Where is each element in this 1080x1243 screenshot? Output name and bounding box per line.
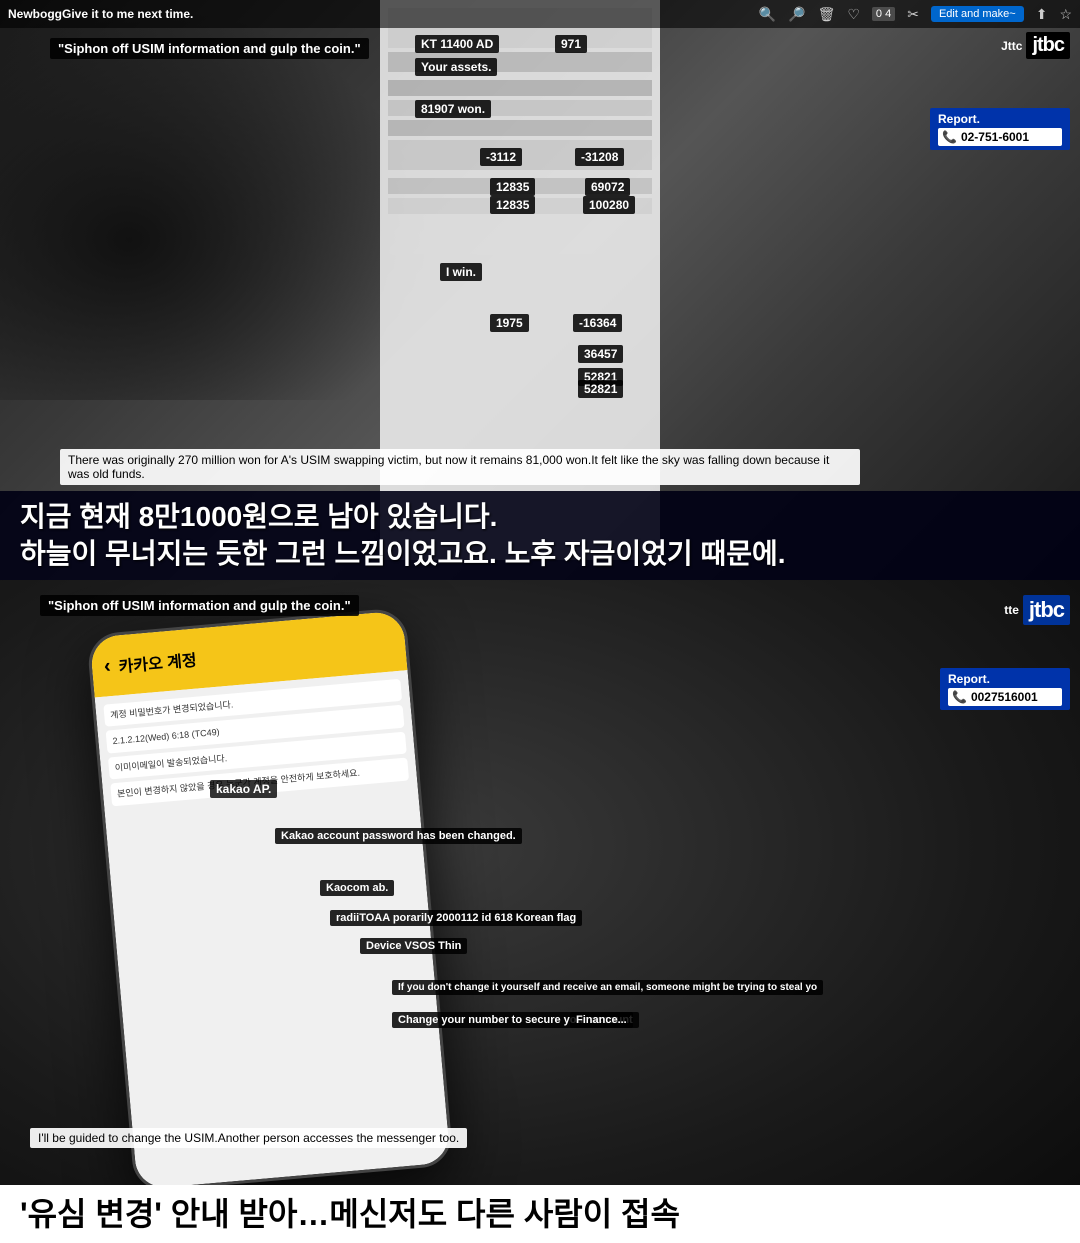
- siphon-subtitle-top: "Siphon off USIM information and gulp th…: [50, 38, 369, 59]
- bottom-section: ‹ 카카오 계정 계정 비밀번호가 변경되었습니다. 2.1.2.12(Wed)…: [0, 580, 1080, 1243]
- trash-icon[interactable]: 🗑: [818, 6, 836, 23]
- radio-toaa-box: radiiTOAA porarily 2000112 id 618 Korean…: [330, 910, 582, 926]
- report-label: Report.: [938, 112, 1062, 126]
- zoom-in-icon[interactable]: 🔍: [759, 6, 776, 23]
- edit-make-button[interactable]: Edit and make~: [931, 6, 1024, 22]
- val-971: 971: [555, 35, 587, 53]
- korean-subtitle-top: 지금 현재 8만1000원으로 남아 있습니다. 하늘이 무너지는 듯한 그런 …: [0, 491, 1080, 580]
- val-12835b: 12835: [490, 196, 535, 214]
- bottom-korean-banner: '유심 변경' 안내 받아…메신저도 다른 사람이 접속: [0, 1185, 1080, 1243]
- warning-msg-box: If you don't change it yourself and rece…: [392, 980, 823, 995]
- phone-content: 계정 비밀번호가 변경되었습니다. 2.1.2.12(Wed) 6:18 (TC…: [95, 670, 451, 1189]
- jtbc-logo-bottom: tte jtbc: [1004, 595, 1070, 625]
- kaocom-box: Kaocom ab.: [320, 880, 394, 896]
- phone-title: 카카오 계정: [118, 647, 198, 678]
- i-win-label: I win.: [440, 263, 482, 281]
- korean-line1: 지금 현재 8만1000원으로 남아 있습니다.: [20, 499, 1060, 535]
- crop-icon[interactable]: ✂: [907, 6, 919, 23]
- device-vsos-box: Device VSOS Thin: [360, 938, 467, 954]
- phone-screen: ‹ 카카오 계정 계정 비밀번호가 변경되었습니다. 2.1.2.12(Wed)…: [89, 610, 450, 1189]
- val-1975: 1975: [490, 314, 529, 332]
- finance-label-box: Finance...: [570, 1012, 633, 1028]
- heart-icon[interactable]: ♡: [847, 6, 860, 23]
- siphon-subtitle-bottom: "Siphon off USIM information and gulp th…: [40, 595, 359, 616]
- jtbc-tte-bottom: tte: [1004, 603, 1019, 617]
- jtbc-logo-top: Jttc jtbc: [1001, 32, 1070, 59]
- newbogg-label: NewboggGive it to me next time.: [8, 7, 193, 21]
- english-subtitle-top: There was originally 270 million won for…: [60, 449, 860, 485]
- star-icon[interactable]: ☆: [1059, 6, 1072, 23]
- val-neg16364: -16364: [573, 314, 622, 332]
- phone-icon-bottom: 📞: [952, 690, 967, 704]
- report-box-top: Report. 📞 02-751-6001: [930, 108, 1070, 150]
- toolbar-right: 🔍 🔎 🗑 ♡ 0 4 ✂ Edit and make~ ⬆ ☆: [759, 6, 1072, 23]
- jtbc-mark-bottom: jtbc: [1023, 595, 1070, 625]
- korean-line2: 하늘이 무너지는 듯한 그런 느낌이었고요. 노후 자금이었기 때문에.: [20, 536, 1060, 572]
- jtbc-tte-label: Jttc: [1001, 39, 1022, 53]
- zoom-out-icon[interactable]: 🔎: [788, 6, 805, 23]
- top-toolbar: NewboggGive it to me next time. 🔍 🔎 🗑 ♡ …: [0, 0, 1080, 28]
- report-box-bottom: Report. 📞 0027516001: [940, 668, 1070, 710]
- val-52821b: 52821: [578, 380, 623, 398]
- phone-back-icon: ‹: [103, 655, 112, 678]
- report-phone-bottom: 📞 0027516001: [948, 688, 1062, 706]
- share-icon[interactable]: ⬆: [1036, 6, 1048, 23]
- report-phone-top: 📞 02-751-6001: [938, 128, 1062, 146]
- val-69072: 69072: [585, 178, 630, 196]
- val-neg3112: -3112: [480, 148, 522, 166]
- phone-mockup: ‹ 카카오 계정 계정 비밀번호가 변경되었습니다. 2.1.2.12(Wed)…: [86, 607, 454, 1193]
- phone-icon-top: 📞: [942, 130, 957, 144]
- val-neg31208: -31208: [575, 148, 624, 166]
- hand-overlay: [0, 0, 430, 400]
- total-assets: 81907 won.: [415, 100, 491, 118]
- counter-badge: 0 4: [872, 7, 895, 21]
- val-100280: 100280: [583, 196, 635, 214]
- top-section: NewboggGive it to me next time. 🔍 🔎 🗑 ♡ …: [0, 0, 1080, 580]
- kakao-ap-label: kakao AP.: [210, 780, 277, 798]
- assets-label: Your assets.: [415, 58, 497, 76]
- bottom-english-strip: I'll be guided to change the USIM.Anothe…: [30, 1128, 467, 1148]
- kakao-changed-box: Kakao account password has been changed.: [275, 828, 522, 844]
- val-36457: 36457: [578, 345, 623, 363]
- report-label-bottom: Report.: [948, 672, 1062, 686]
- toolbar-left: NewboggGive it to me next time.: [8, 7, 193, 21]
- bottom-korean-text: '유심 변경' 안내 받아…메신저도 다른 사람이 접속: [20, 1195, 1060, 1233]
- jtbc-mark-top: jtbc: [1026, 32, 1070, 59]
- val-12835a: 12835: [490, 178, 535, 196]
- kt-label: KT 11400 AD: [415, 35, 499, 53]
